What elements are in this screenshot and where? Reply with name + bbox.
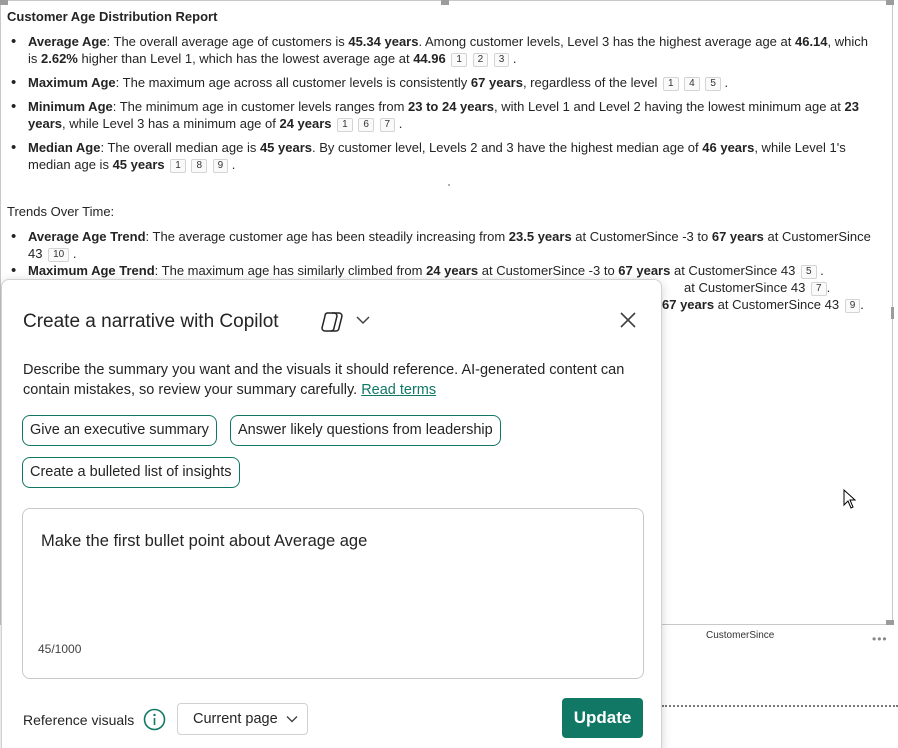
bullet-emphasis: 44.96 <box>413 51 446 66</box>
reference-chip[interactable]: 9 <box>844 299 861 313</box>
axis-title: CustomerSince <box>706 630 775 641</box>
bullet-text: higher than Level 1, which has the lowes… <box>77 51 414 66</box>
reference-chip[interactable]: 7 <box>379 118 396 132</box>
bullet-text: at CustomerSince -3 to <box>478 263 619 278</box>
reference-chip[interactable]: 9 <box>212 159 229 173</box>
bullet-text: , while Level 3 has a minimum age of <box>61 116 280 131</box>
bullet-text: , regardless of the level <box>522 75 658 90</box>
suggestion-leadership-questions[interactable]: Answer likely questions from leadership <box>230 415 501 446</box>
bullet-text: : The average customer age has been stea… <box>145 229 509 244</box>
bullet-emphasis: Minimum Age <box>28 99 113 114</box>
divider-dot <box>448 184 450 186</box>
reference-chip[interactable]: 1 <box>451 53 467 67</box>
bullet-emphasis: 46 years <box>702 140 755 155</box>
resize-handle[interactable] <box>886 0 894 5</box>
bullet-emphasis: 45 years <box>259 140 313 155</box>
bullet-text: : The minimum age in customer levels ran… <box>112 99 409 114</box>
bullet-text: : The overall average age of customers i… <box>106 34 349 49</box>
read-terms-link[interactable]: Read terms <box>361 382 436 398</box>
bullet-emphasis: 24 years <box>426 263 479 278</box>
copilot-icon <box>321 312 343 332</box>
close-button[interactable] <box>616 308 640 332</box>
partial-trend-text: at CustomerSince 43 <box>714 297 840 312</box>
bullet-item: Average Age Trend: The average customer … <box>9 228 875 262</box>
trends-heading: Trends Over Time: <box>7 204 115 219</box>
bullet-text: . Among customer levels, Level 3 has the… <box>418 34 795 49</box>
chart-gridline <box>662 705 898 707</box>
bullet-emphasis: 23.5 years <box>508 229 572 244</box>
bullet-emphasis: 67 years <box>470 75 523 90</box>
bullet-text: at CustomerSince 43 <box>670 263 796 278</box>
dropdown-selected-value: Current page <box>193 711 278 727</box>
reference-chip[interactable]: 7 <box>811 282 827 296</box>
bullet-emphasis: 46.14 <box>794 34 828 49</box>
reference-chip[interactable]: 8 <box>191 159 207 173</box>
reference-visuals-label: Reference visuals <box>23 712 135 728</box>
bullet-text: : The maximum age has similarly climbed … <box>154 263 427 278</box>
reference-chip[interactable]: 10 <box>48 248 70 262</box>
bullet-emphasis: Maximum Age <box>28 75 116 90</box>
bullet-item: Maximum Age Trend: The maximum age has s… <box>9 262 875 279</box>
reference-chip[interactable]: 4 <box>684 77 700 91</box>
bullet-emphasis: Average Age <box>28 34 107 49</box>
bullet-text: , with Level 1 and Level 2 having the lo… <box>494 99 845 114</box>
bullet-text: at CustomerSince -3 to <box>571 229 712 244</box>
prompt-textarea[interactable]: Make the first bullet point about Averag… <box>22 508 644 679</box>
trends-bullet-list: Average Age Trend: The average customer … <box>9 228 875 279</box>
bullet-emphasis: 67 years <box>711 229 764 244</box>
description-text: Describe the summary you want and the vi… <box>23 362 625 398</box>
resize-handle[interactable] <box>886 620 894 625</box>
bullet-item: Average Age: The overall average age of … <box>9 33 875 67</box>
bullet-item: Median Age: The overall median age is 45… <box>9 139 875 173</box>
reference-chip[interactable]: 5 <box>801 265 817 279</box>
bullet-item: Minimum Age: The minimum age in customer… <box>9 98 875 132</box>
bullet-item: Maximum Age: The maximum age across all … <box>9 74 875 91</box>
bullet-emphasis: 45.34 years <box>348 34 419 49</box>
prompt-text[interactable]: Make the first bullet point about Averag… <box>41 532 367 551</box>
reference-chip[interactable]: 2 <box>472 53 489 67</box>
resize-handle[interactable] <box>891 307 894 319</box>
reference-chip[interactable]: 1 <box>170 159 186 173</box>
panel-description: Describe the summary you want and the vi… <box>23 360 648 400</box>
bullet-text: . By customer level, Levels 2 and 3 have… <box>312 140 703 155</box>
bullet-text: : The maximum age across all customer le… <box>115 75 471 90</box>
panel-title: Create a narrative with Copilot <box>23 311 279 332</box>
bullet-emphasis: Median Age <box>28 140 101 155</box>
reference-visuals-dropdown[interactable]: Current page <box>177 703 308 735</box>
bullet-emphasis: Average Age Trend <box>28 229 146 244</box>
reference-chip[interactable]: 6 <box>358 118 374 132</box>
bullet-text: : The overall median age is <box>100 140 260 155</box>
bullet-emphasis: Maximum Age Trend <box>28 263 155 278</box>
chevron-down-icon[interactable] <box>355 315 371 325</box>
report-title: Customer Age Distribution Report <box>7 9 218 24</box>
summary-bullet-list: Average Age: The overall average age of … <box>9 33 875 180</box>
suggestion-bulleted-insights[interactable]: Create a bulleted list of insights <box>22 457 240 488</box>
chevron-down-icon <box>286 716 298 723</box>
reference-chip[interactable]: 1 <box>662 77 679 91</box>
resize-handle[interactable] <box>0 0 8 5</box>
bullet-emphasis: 67 years <box>618 263 671 278</box>
suggestion-executive-summary[interactable]: Give an executive summary <box>22 415 217 446</box>
close-icon <box>620 312 636 328</box>
info-icon[interactable] <box>143 708 166 731</box>
partial-trend-text: at CustomerSince 43 <box>684 280 806 295</box>
reference-chip[interactable]: 1 <box>337 118 353 132</box>
character-counter: 45/1000 <box>38 642 82 656</box>
partial-trend-line: at CustomerSince 43 7. <box>684 280 831 296</box>
bullet-emphasis: 45 years <box>112 157 165 172</box>
partial-trend-bold: 67 years <box>662 297 715 312</box>
mouse-cursor-icon <box>843 489 857 509</box>
resize-handle[interactable] <box>441 0 449 5</box>
copilot-narrative-panel: Create a narrative with Copilot Describe… <box>1 279 662 748</box>
more-options-icon[interactable]: ••• <box>872 632 888 646</box>
reference-chip[interactable]: 5 <box>705 77 721 91</box>
bullet-emphasis: 2.62% <box>41 51 78 66</box>
reference-chip[interactable]: 3 <box>493 53 510 67</box>
update-button[interactable]: Update <box>562 698 643 738</box>
bullet-emphasis: 24 years <box>279 116 332 131</box>
bullet-emphasis: 23 to 24 years <box>408 99 495 114</box>
partial-trend-line: 67 years at CustomerSince 43 9. <box>662 297 864 313</box>
